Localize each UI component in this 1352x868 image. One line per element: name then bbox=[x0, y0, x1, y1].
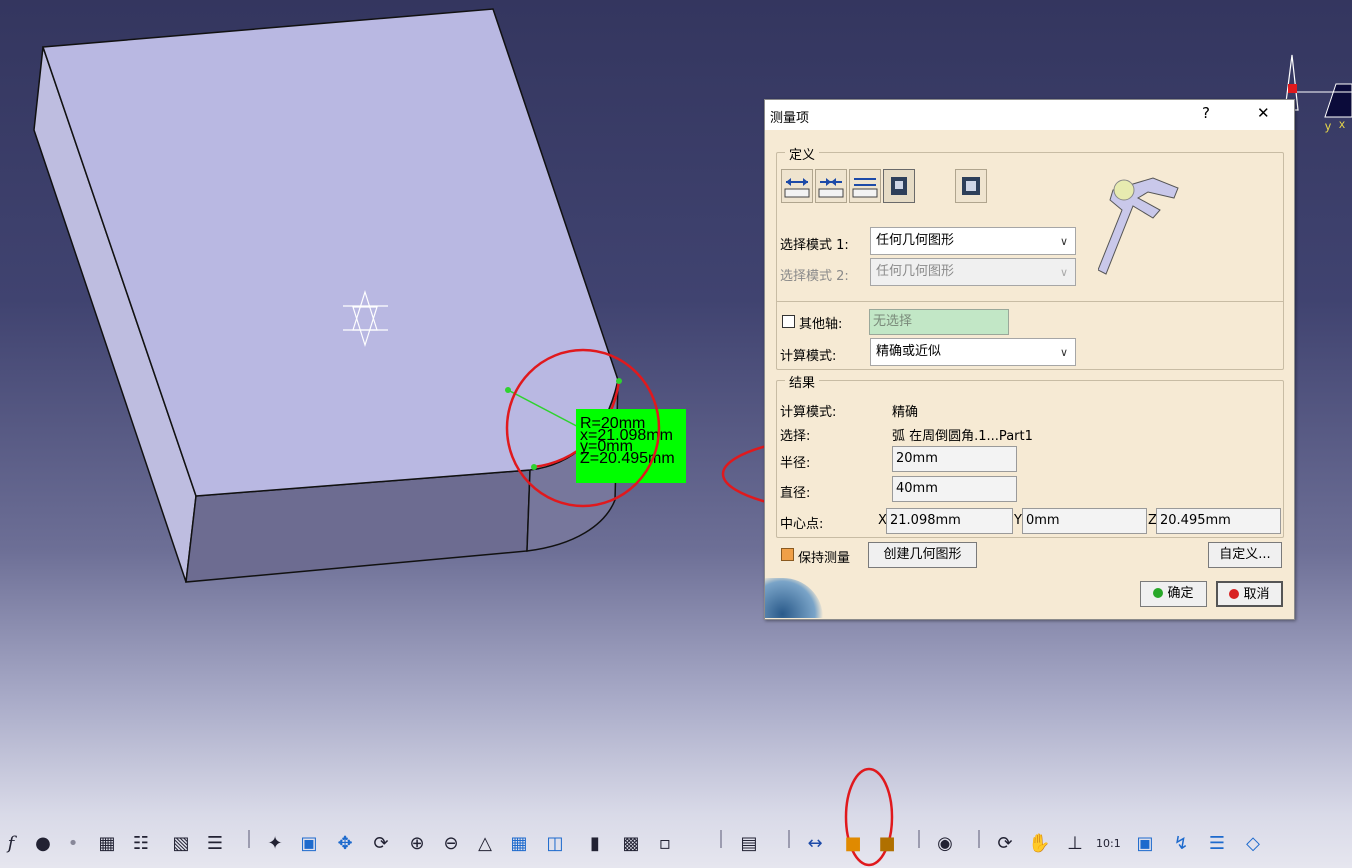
measure-chain-button[interactable] bbox=[815, 169, 847, 203]
measure-item-icon[interactable]: ■ bbox=[842, 832, 864, 856]
measure-between-icon[interactable]: ↔ bbox=[804, 832, 826, 856]
diameter-label: 直径: bbox=[780, 486, 811, 501]
layers-icon[interactable]: ☰ bbox=[1206, 832, 1228, 856]
pan-icon[interactable]: ✥ bbox=[334, 832, 356, 856]
scale-icon[interactable]: 10:1 bbox=[1096, 832, 1121, 856]
swap-space-icon[interactable]: ▫ bbox=[654, 832, 676, 856]
result-calc-mode-value: 精确 bbox=[892, 405, 919, 420]
measure-fan-button[interactable] bbox=[849, 169, 881, 203]
ok-label: 确定 bbox=[1167, 586, 1194, 601]
select-mode-2-value: 任何几何图形 bbox=[876, 264, 955, 279]
toolbar-separator bbox=[720, 830, 722, 848]
zoom-out-icon[interactable]: ⊖ bbox=[440, 832, 462, 856]
cancel-label: 取消 bbox=[1243, 587, 1270, 602]
create-geometry-button[interactable]: 创建几何图形 bbox=[868, 542, 977, 568]
dialog-titlebar[interactable]: 测量项 ? ✕ bbox=[765, 100, 1294, 130]
chevron-down-icon: ∨ bbox=[1059, 235, 1068, 248]
select-mode-2-label: 选择模式 2: bbox=[780, 269, 849, 284]
shading-icon[interactable]: ▮ bbox=[584, 832, 606, 856]
center-y-field[interactable]: 0mm bbox=[1022, 508, 1147, 534]
select-mode-1-value: 任何几何图形 bbox=[876, 233, 955, 248]
select-mode-1-dropdown[interactable]: 任何几何图形 ∨ bbox=[870, 227, 1076, 255]
measure-z-text: Z=20.495mm bbox=[580, 450, 675, 467]
radius-field[interactable]: 20mm bbox=[892, 446, 1017, 472]
fit-all-icon[interactable]: ▣ bbox=[298, 832, 320, 856]
rotate-icon[interactable]: ⟳ bbox=[370, 832, 392, 856]
dialog-title: 测量项 bbox=[770, 111, 810, 126]
definition-divider bbox=[776, 301, 1284, 302]
table-icon[interactable]: ▦ bbox=[96, 832, 118, 856]
cancel-button[interactable]: 取消 bbox=[1216, 581, 1283, 607]
radius-label: 半径: bbox=[780, 456, 811, 471]
result-group-label: 结果 bbox=[785, 372, 820, 391]
toolbar-separator bbox=[978, 830, 980, 848]
toolbar-separator bbox=[248, 830, 250, 848]
keep-measure-checkbox[interactable] bbox=[781, 548, 794, 561]
ok-button[interactable]: 确定 bbox=[1140, 581, 1207, 607]
calc-mode-value: 精确或近似 bbox=[876, 344, 942, 359]
other-axis-field[interactable]: 无选择 bbox=[869, 309, 1009, 335]
zoom-in-icon[interactable]: ⊕ bbox=[406, 832, 428, 856]
ok-green-dot-icon bbox=[1153, 588, 1164, 598]
close-button[interactable]: ✕ bbox=[1257, 104, 1270, 122]
measure-between-button[interactable] bbox=[781, 169, 813, 203]
selection-label: 选择: bbox=[780, 429, 811, 444]
iso-view-icon[interactable]: ◫ bbox=[544, 832, 566, 856]
refresh-icon[interactable]: ⟳ bbox=[994, 832, 1016, 856]
bottom-toolbar: f ● • ▦ ☷ ▧ ☰ ✦ ▣ ✥ ⟳ ⊕ ⊖ △ ▦ ◫ ▮ ▩ ▫ ▤ … bbox=[0, 820, 1352, 868]
customize-button[interactable]: 自定义... bbox=[1208, 542, 1282, 568]
formula-icon[interactable]: f bbox=[0, 832, 22, 856]
caliper-icon bbox=[1098, 177, 1179, 275]
tree-icon[interactable]: ☷ bbox=[130, 832, 152, 856]
other-axis-label: 其他轴: bbox=[799, 317, 843, 332]
surface-icon[interactable]: ◇ bbox=[1242, 832, 1264, 856]
axis-triad-icon[interactable]: y x bbox=[1284, 54, 1352, 133]
measure-inertia-icon[interactable]: ■ bbox=[876, 832, 898, 856]
result-calc-mode-label: 计算模式: bbox=[780, 405, 837, 420]
link-icon[interactable]: • bbox=[62, 832, 84, 856]
camera-icon[interactable]: ◉ bbox=[934, 832, 956, 856]
other-axis-checkbox[interactable] bbox=[782, 315, 795, 328]
center-z-field[interactable]: 20.495mm bbox=[1156, 508, 1281, 534]
constraint-icon[interactable]: ▣ bbox=[1134, 832, 1156, 856]
center-y-prefix: Y bbox=[1014, 513, 1022, 528]
multi-view-icon[interactable]: ▦ bbox=[508, 832, 530, 856]
part-body[interactable] bbox=[33, 8, 619, 583]
normal-view-icon[interactable]: △ bbox=[474, 832, 496, 856]
measure-item-dialog: 测量项 ? ✕ 定义 选择模式 1: 任何几何图形 ∨ 选择模式 2: 任何几何… bbox=[764, 99, 1295, 620]
cancel-red-dot-icon bbox=[1229, 589, 1240, 599]
fly-mode-icon[interactable]: ✦ bbox=[264, 832, 286, 856]
help-button[interactable]: ? bbox=[1202, 104, 1210, 122]
hide-show-icon[interactable]: ▩ bbox=[620, 832, 642, 856]
axis-y-label: y bbox=[1325, 119, 1331, 133]
hand-icon[interactable]: ✋ bbox=[1028, 832, 1050, 856]
calc-mode-dropdown[interactable]: 精确或近似 ∨ bbox=[870, 338, 1076, 366]
diameter-field[interactable]: 40mm bbox=[892, 476, 1017, 502]
globe-watermark-icon bbox=[765, 578, 823, 618]
axis-x-label: x bbox=[1339, 117, 1345, 131]
measure-inertia-button[interactable] bbox=[955, 169, 987, 203]
select-mode-2-dropdown: 任何几何图形 ∨ bbox=[870, 258, 1076, 286]
list-icon[interactable]: ☰ bbox=[204, 832, 226, 856]
selection-value: 弧 在周倒圆角.1...Part1 bbox=[892, 429, 1033, 444]
axis-system-icon[interactable]: ⊥ bbox=[1064, 832, 1086, 856]
toolbar-separator bbox=[918, 830, 920, 848]
lock-icon[interactable]: ▧ bbox=[170, 832, 192, 856]
chevron-down-icon: ∨ bbox=[1059, 346, 1068, 359]
center-point-label: 中心点: bbox=[780, 517, 824, 532]
comment-icon[interactable]: ● bbox=[32, 832, 54, 856]
center-x-field[interactable]: 21.098mm bbox=[886, 508, 1013, 534]
calc-mode-label: 计算模式: bbox=[780, 349, 837, 364]
update-icon[interactable]: ↯ bbox=[1170, 832, 1192, 856]
chevron-down-icon: ∨ bbox=[1059, 266, 1068, 279]
measure-label-box: R=20mm x=21.098mm y=0mm Z=20.495mm bbox=[576, 409, 686, 483]
select-mode-1-label: 选择模式 1: bbox=[780, 238, 849, 253]
catalog-icon[interactable]: ▤ bbox=[738, 832, 760, 856]
definition-group-label: 定义 bbox=[785, 144, 820, 163]
keep-measure-label: 保持测量 bbox=[798, 551, 851, 566]
toolbar-separator bbox=[788, 830, 790, 848]
measure-item-button[interactable] bbox=[883, 169, 915, 203]
